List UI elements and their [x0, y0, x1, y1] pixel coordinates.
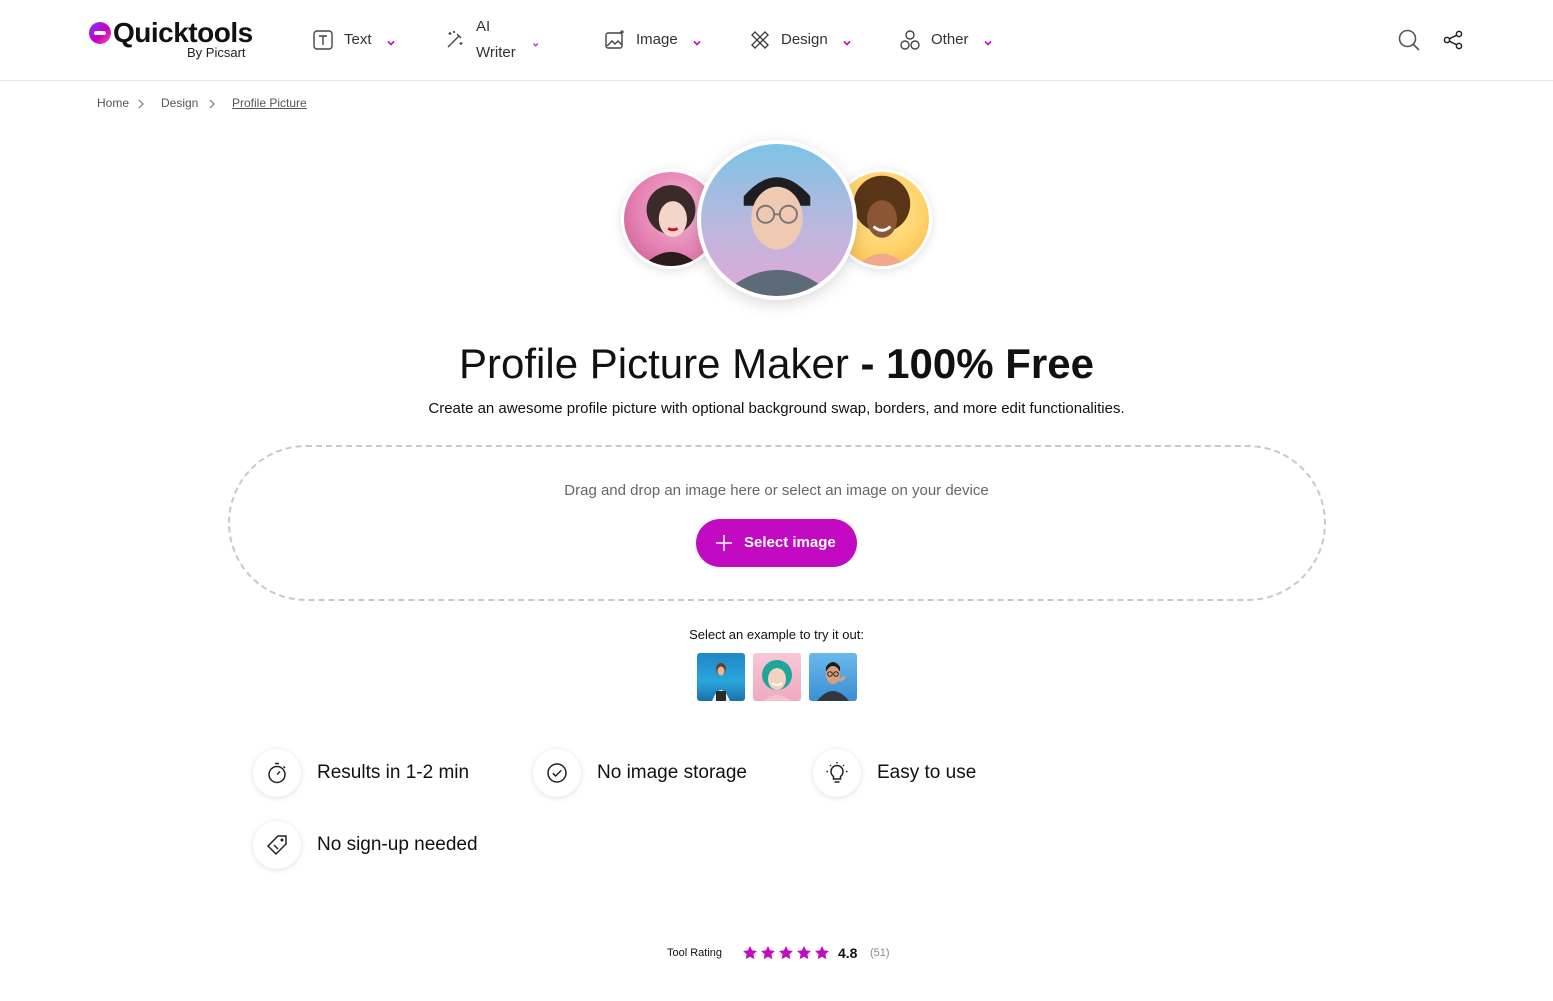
chevron-down-icon [532, 35, 539, 47]
feature-label: No image storage [597, 762, 747, 783]
nav-label: AI Writer [476, 18, 516, 61]
example-image-1[interactable] [697, 653, 745, 701]
star-icon[interactable] [796, 945, 812, 961]
search-icon [1398, 29, 1420, 51]
dropzone-instructions: Drag and drop an image here or select an… [564, 482, 989, 499]
chevron-down-icon [692, 35, 702, 46]
page-title-main: Profile Picture Maker [459, 340, 849, 387]
chevron-down-icon [983, 35, 993, 46]
rating-label: Tool Rating [667, 947, 723, 959]
nav-item-text[interactable]: Text [312, 27, 396, 53]
stopwatch-icon [268, 762, 286, 784]
chevron-down-icon [386, 35, 396, 46]
avatar-man-glasses [697, 140, 857, 300]
star-icon[interactable] [760, 945, 776, 961]
page-title-strong: - 100% Free [848, 340, 1094, 387]
star-icon[interactable] [742, 945, 758, 961]
quicktools-logo[interactable]: Quicktools By Picsart [89, 17, 259, 64]
select-image-label: Select image [744, 534, 836, 551]
chevron-down-icon [842, 35, 852, 46]
feature-icon-badge [253, 749, 301, 797]
chevron-right-icon [137, 98, 145, 109]
feature-icon-badge [253, 821, 301, 869]
site-header: Quicktools By Picsart Text AI Writer Ima… [0, 0, 1553, 81]
plus-icon [715, 534, 733, 552]
rating-value: 4.8 [838, 945, 858, 961]
logo-mark-icon [89, 22, 111, 44]
tag-icon [266, 835, 287, 856]
magic-wand-icon [444, 29, 466, 51]
nav-label: Image [636, 31, 678, 48]
nav-item-design[interactable]: Design [749, 27, 852, 53]
feature-label: No sign-up needed [317, 834, 478, 855]
examples-label: Select an example to try it out: [689, 627, 864, 642]
feature-label: Results in 1-2 min [317, 762, 470, 783]
check-circle-icon [547, 763, 567, 783]
design-tools-icon [749, 29, 771, 51]
page-subtitle: Create an awesome profile picture with o… [428, 400, 1125, 417]
nav-label: Other [931, 31, 969, 48]
nav-label: Design [781, 31, 828, 48]
star-icon[interactable] [778, 945, 794, 961]
page-title: Profile Picture Maker - 100% Free [0, 338, 1553, 390]
logo-subtitle: By Picsart [187, 45, 246, 60]
rating-count: (51) [870, 947, 890, 959]
chevron-right-icon [208, 98, 216, 109]
feature-label: Easy to use [877, 762, 977, 783]
share-icon [1443, 30, 1463, 50]
nav-item-other[interactable]: Other [899, 27, 993, 53]
shapes-icon [899, 29, 921, 51]
nav-item-ai-writer[interactable]: AI Writer [444, 18, 540, 61]
nav-label: Text [344, 31, 372, 48]
feature-icon-badge [533, 749, 581, 797]
example-image-2[interactable] [753, 653, 801, 701]
image-sparkle-icon [604, 29, 626, 51]
nav-item-image[interactable]: Image [604, 27, 702, 53]
feature-icon-badge [813, 749, 861, 797]
search-button[interactable] [1397, 28, 1421, 52]
share-button[interactable] [1441, 28, 1465, 52]
example-image-3[interactable] [809, 653, 857, 701]
breadcrumb-design[interactable]: Design [161, 95, 198, 111]
text-box-icon [312, 29, 334, 51]
breadcrumb-home[interactable]: Home [97, 95, 129, 111]
lightbulb-icon [826, 762, 848, 783]
select-image-button[interactable]: Select image [696, 519, 857, 567]
star-icon[interactable] [814, 945, 830, 961]
breadcrumb-current[interactable]: Profile Picture [232, 95, 307, 111]
